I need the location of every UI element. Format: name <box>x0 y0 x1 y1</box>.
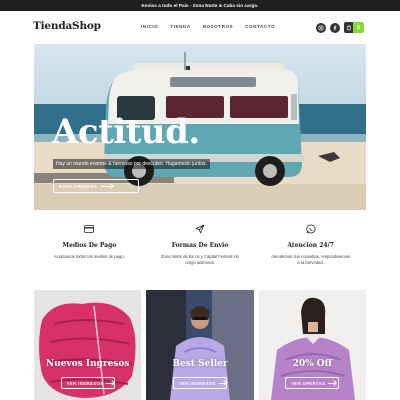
feature-shipping: Formas De Envio Zona Norte de Bs As y Ca… <box>145 222 256 282</box>
whatsapp-icon <box>255 222 366 236</box>
card-button[interactable]: VER INGRESOS <box>60 377 115 389</box>
facebook-icon[interactable] <box>330 22 340 33</box>
category-card-new[interactable]: Nuevos Ingresos VER INGRESOS <box>34 290 142 400</box>
cart-button[interactable]: 0 <box>344 22 364 33</box>
arrow-right-icon <box>106 382 114 384</box>
card-title: 20% Off <box>292 359 333 369</box>
category-cards: Nuevos Ingresos VER INGRESOS Best Seller… <box>34 290 366 400</box>
card-title: Best Seller <box>172 359 228 369</box>
explore-button[interactable]: EXPLOREMOS <box>53 179 139 193</box>
hero-subtitle: Hay un mundo enorme & hermoso por descub… <box>53 159 210 169</box>
arrow-right-icon <box>218 382 226 384</box>
nav-item-contacto[interactable]: CONTACTO <box>245 24 275 29</box>
feature-title: Formas De Envio <box>171 242 229 249</box>
cart-icon <box>344 22 353 33</box>
card-button[interactable]: VER OFERTAS <box>285 377 340 389</box>
card-button-label: VER INGRESOS <box>178 380 216 386</box>
hero-banner: Actitud. Hay un mundo enorme & hermoso p… <box>34 44 366 210</box>
feature-support: Atención 24/7 Atendemos sus consultas, r… <box>255 222 366 282</box>
feature-payment: Medios De Pago Aceptamos todos los medio… <box>34 222 145 282</box>
card-title: Nuevos Ingresos <box>45 359 130 369</box>
arrow-right-icon <box>328 382 337 384</box>
explore-button-label: EXPLOREMOS <box>59 183 98 189</box>
card-button[interactable]: VER INGRESOS <box>172 377 227 389</box>
credit-card-icon <box>34 222 145 236</box>
main-nav: INICIO TIENDA NOSOTROS CONTACTO <box>141 24 275 29</box>
feature-desc: Zona Norte de Bs As y Capital Federal si… <box>161 254 239 265</box>
header-actions: 0 <box>316 22 364 33</box>
site-header: TiendaShop INICIO TIENDA NOSOTROS CONTAC… <box>0 11 400 44</box>
cart-count: 0 <box>353 22 364 33</box>
hero-title: Actitud. <box>52 112 200 152</box>
instagram-icon[interactable] <box>316 22 326 33</box>
feature-desc: Aceptamos todos los medios de pago. <box>53 254 125 259</box>
card-button-label: VER INGRESOS <box>66 380 104 386</box>
send-icon <box>145 222 256 236</box>
nav-item-nosotros[interactable]: NOSOTROS <box>203 24 234 29</box>
category-card-sale[interactable]: 20% Off VER OFERTAS <box>258 290 366 400</box>
site-logo[interactable]: TiendaShop <box>33 20 101 32</box>
feature-title: Medios De Pago <box>62 242 117 249</box>
card-button-label: VER OFERTAS <box>291 380 326 386</box>
features-section: Medios De Pago Aceptamos todos los medio… <box>34 222 366 282</box>
nav-item-inicio[interactable]: INICIO <box>141 24 158 29</box>
announcement-text: Envios a todo el Pais - Zona Norte & Cab… <box>141 3 259 8</box>
feature-desc: Atendemos sus consultas, respondaremos a… <box>271 254 351 265</box>
category-card-bestseller[interactable]: Best Seller VER INGRESOS <box>146 290 254 400</box>
nav-item-tienda[interactable]: TIENDA <box>170 24 190 29</box>
arrow-right-icon <box>101 185 114 187</box>
feature-title: Atención 24/7 <box>287 242 334 249</box>
announcement-bar: Envios a todo el Pais - Zona Norte & Cab… <box>0 0 400 11</box>
